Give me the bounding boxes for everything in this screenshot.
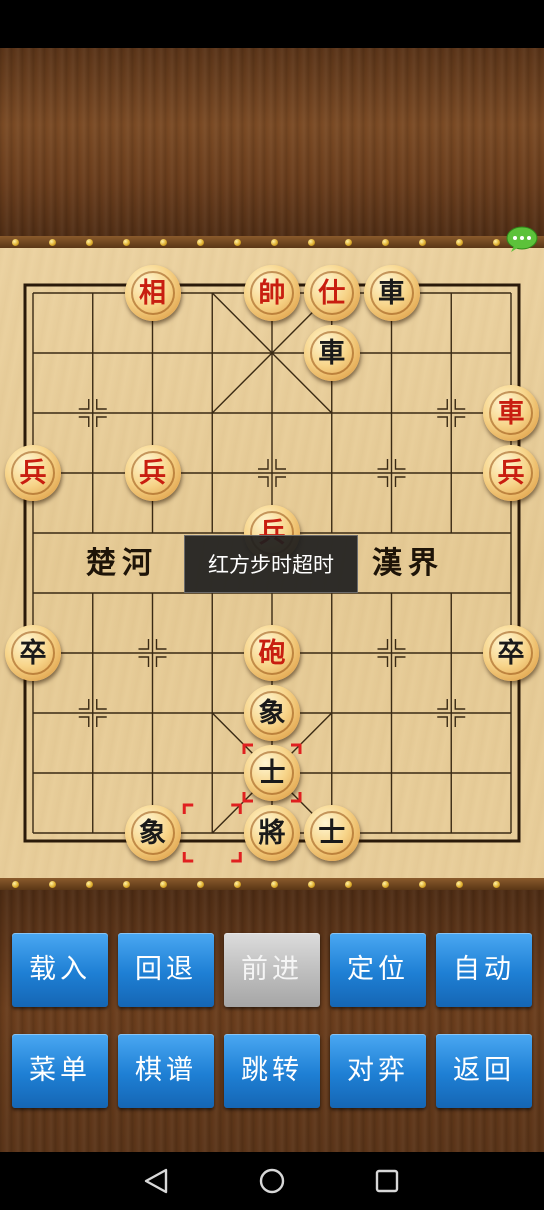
piece-glyph: 士	[318, 817, 346, 849]
rail-stud	[419, 881, 426, 888]
piece-glyph: 將	[258, 817, 286, 849]
rail-stud	[456, 881, 463, 888]
piece-glyph: 兵	[139, 457, 166, 489]
rail-stud	[419, 239, 426, 246]
rail-stud	[382, 239, 389, 246]
piece-glyph: 車	[378, 277, 405, 309]
rail-stud	[123, 881, 130, 888]
rail-stud	[197, 239, 204, 246]
piece-glyph: 相	[139, 277, 166, 309]
red-piece[interactable]: 兵	[483, 445, 539, 501]
rail-stud	[493, 881, 500, 888]
rail-stud	[12, 239, 19, 246]
rail-stud	[160, 881, 167, 888]
rail-stud	[345, 881, 352, 888]
rail-stud	[86, 881, 93, 888]
piece-glyph: 象	[258, 697, 286, 729]
rail-stud	[493, 239, 500, 246]
red-piece[interactable]: 砲	[244, 625, 300, 681]
rail-stud	[308, 239, 315, 246]
rail-stud	[86, 239, 93, 246]
circle-home-icon[interactable]	[247, 1160, 297, 1204]
wood-panel-top	[0, 48, 544, 240]
piece-glyph: 車	[497, 397, 525, 429]
piece-glyph: 卒	[497, 637, 525, 669]
black-piece[interactable]: 象	[244, 685, 300, 741]
auto-button[interactable]: 自动	[436, 933, 532, 1007]
triangle-back-icon[interactable]	[130, 1160, 180, 1204]
black-piece[interactable]: 將	[244, 805, 300, 861]
piece-glyph: 兵	[497, 457, 525, 489]
rail-stud	[49, 881, 56, 888]
rail-stud	[234, 239, 241, 246]
rail-stud	[345, 239, 352, 246]
forward-button[interactable]: 前进	[224, 933, 320, 1007]
red-piece[interactable]: 帥	[244, 265, 300, 321]
black-piece[interactable]: 車	[363, 265, 420, 321]
status-bar	[0, 0, 544, 48]
wood-panel-bottom: 载入 回退 前进 定位 自动 菜单 棋谱 跳转 对弈 返回	[0, 890, 544, 1152]
rail-stud	[123, 239, 130, 246]
undo-button[interactable]: 回退	[118, 933, 214, 1007]
black-piece[interactable]: 象	[124, 805, 181, 861]
rail-stud	[160, 239, 167, 246]
river-label-right: 漢界	[372, 546, 444, 581]
piece-glyph: 砲	[258, 637, 286, 669]
black-piece[interactable]: 車	[303, 325, 360, 381]
square-recent-icon[interactable]	[362, 1160, 412, 1204]
piece-glyph: 車	[318, 337, 346, 369]
timeout-toast: 红方步时超时	[184, 535, 358, 593]
red-piece[interactable]: 相	[124, 265, 181, 321]
rail-stud	[12, 881, 19, 888]
rail-stud	[234, 881, 241, 888]
navigation-bar	[0, 1152, 544, 1210]
records-button[interactable]: 棋谱	[118, 1034, 214, 1108]
rail-stud	[271, 881, 278, 888]
black-piece[interactable]: 士	[244, 745, 300, 801]
rail-bottom	[0, 878, 544, 890]
piece-glyph: 兵	[19, 457, 47, 489]
rail-top	[0, 236, 544, 248]
piece-glyph: 帥	[258, 277, 286, 309]
rail-stud	[271, 239, 278, 246]
black-piece[interactable]: 卒	[5, 625, 61, 681]
piece-glyph: 仕	[318, 277, 346, 309]
chat-bubble-icon[interactable]	[506, 226, 538, 252]
rail-stud	[197, 881, 204, 888]
load-button[interactable]: 载入	[12, 933, 108, 1007]
back-button[interactable]: 返回	[436, 1034, 532, 1108]
river-label-left: 楚河	[86, 546, 158, 581]
red-piece[interactable]: 兵	[5, 445, 61, 501]
rail-stud	[308, 881, 315, 888]
piece-glyph: 卒	[19, 637, 47, 669]
locate-button[interactable]: 定位	[330, 933, 426, 1007]
red-piece[interactable]: 兵	[124, 445, 181, 501]
rail-stud	[456, 239, 463, 246]
vs-button[interactable]: 对弈	[330, 1034, 426, 1108]
red-piece[interactable]: 車	[483, 385, 539, 441]
rail-stud	[382, 881, 389, 888]
menu-button[interactable]: 菜单	[12, 1034, 108, 1108]
rail-stud	[49, 239, 56, 246]
piece-glyph: 士	[258, 757, 286, 789]
black-piece[interactable]: 士	[303, 805, 360, 861]
red-piece[interactable]: 仕	[303, 265, 360, 321]
jump-button[interactable]: 跳转	[224, 1034, 320, 1108]
black-piece[interactable]: 卒	[483, 625, 539, 681]
piece-glyph: 象	[139, 817, 166, 849]
